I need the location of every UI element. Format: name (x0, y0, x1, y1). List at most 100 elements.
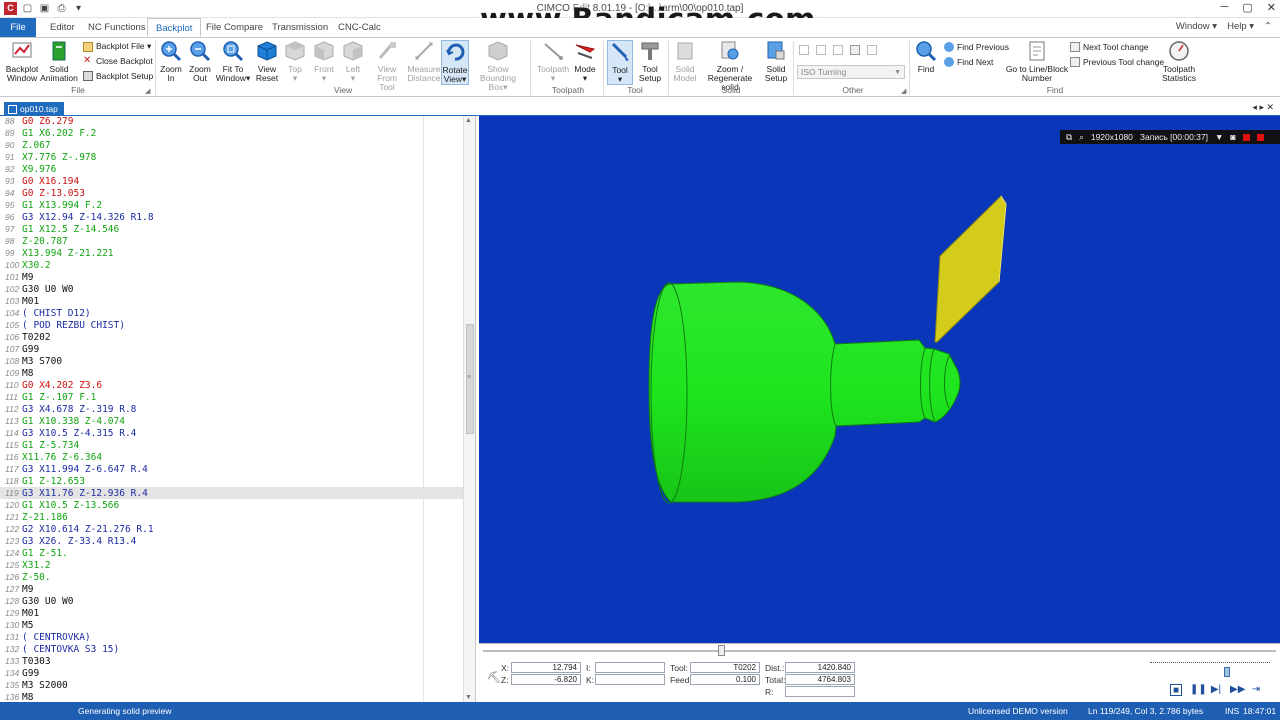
code-line[interactable]: 135 M3 S2000 (0, 679, 463, 691)
view-from-tool-button[interactable]: View From Tool (368, 40, 406, 92)
code-line[interactable]: 93 G0 X16.194 (0, 175, 463, 187)
editor-vertical-scrollbar[interactable]: ▲ ≡ ▼ (463, 116, 475, 702)
toolpath-statistics-button[interactable]: Toolpath Statistics (1158, 40, 1200, 83)
code-line[interactable]: 116 X11.76 Z-6.364 (0, 451, 463, 463)
position-slider-track[interactable] (483, 650, 1276, 652)
code-line[interactable]: 121 Z-21.186 (0, 511, 463, 523)
fit-to-window-button[interactable]: Fit To Window▾ (215, 40, 251, 83)
code-line[interactable]: 101 M9 (0, 271, 463, 283)
speed-slider-track[interactable] (1150, 662, 1270, 664)
code-line[interactable]: 128 G30 U0 W0 (0, 595, 463, 607)
backplot-viewport[interactable] (479, 116, 1280, 643)
code-line[interactable]: 133 T0303 (0, 655, 463, 667)
code-line[interactable]: 103 M01 (0, 295, 463, 307)
zoom-in-button[interactable]: Zoom In (158, 40, 184, 83)
tool-button[interactable]: Tool ▾ (607, 40, 633, 85)
tab-transmission[interactable]: Transmission (264, 18, 336, 37)
code-line[interactable]: 89 G1 X6.202 F.2 (0, 127, 463, 139)
solid-model-button[interactable]: Solid Model (671, 40, 699, 83)
code-line[interactable]: 105( POD REZBU CHIST) (0, 319, 463, 331)
show-bounding-box-button[interactable]: Show Bounding Box▾ (471, 40, 525, 92)
code-line[interactable]: 113 G1 X10.338 Z-4.074 (0, 415, 463, 427)
dropdown-icon[interactable]: ▼ (1215, 130, 1223, 144)
scroll-up-icon[interactable]: ▲ (465, 117, 472, 124)
zoom-out-button[interactable]: Zoom Out (187, 40, 213, 83)
backplot-file-button[interactable]: Backplot File ▾ (83, 41, 151, 52)
code-line[interactable]: 108 M3 S700 (0, 355, 463, 367)
view-left-button[interactable]: Left ▾ (340, 40, 366, 83)
mode-button[interactable]: Mode ▾ (572, 40, 598, 83)
pause-record-icon[interactable] (1242, 133, 1250, 141)
code-line[interactable]: 107 G99 (0, 343, 463, 355)
grid-tool-icon[interactable] (833, 45, 843, 55)
tab-editor[interactable]: Editor (42, 18, 83, 37)
maximize-button[interactable]: ▢ (1242, 1, 1252, 14)
code-line[interactable]: 122 G2 X10.614 Z-21.276 R.1 (0, 523, 463, 535)
find-button[interactable]: Find (913, 40, 939, 74)
code-line[interactable]: 96 G3 X12.94 Z-14.326 R1.8 (0, 211, 463, 223)
view-front-button[interactable]: Front ▾ (310, 40, 338, 83)
help-menu[interactable]: Help ▾ (1227, 21, 1254, 32)
code-line[interactable]: 110 G0 X4.202 Z3.6 (0, 379, 463, 391)
code-line[interactable]: 115 G1 Z-5.734 (0, 439, 463, 451)
view-top-button[interactable]: Top ▾ (283, 40, 307, 83)
close-backplot-button[interactable]: ✕ Close Backplot (83, 56, 153, 67)
solid-animation-button[interactable]: Solid Animation (40, 40, 78, 83)
line-tool-icon[interactable] (816, 45, 826, 55)
file-group-launcher-icon[interactable]: ◢ (145, 87, 150, 95)
document-tab-controls[interactable]: ◂ ▸ ✕ (1252, 102, 1274, 113)
code-line[interactable]: 136 M8 (0, 691, 463, 702)
play-icon[interactable]: ▶▶ (1230, 684, 1245, 696)
code-line[interactable]: 95 G1 X13.994 F.2 (0, 199, 463, 211)
camera-icon[interactable]: ◙ (1230, 130, 1235, 144)
tab-nc-functions[interactable]: NC Functions (80, 18, 154, 37)
backplot-setup-button[interactable]: Backplot Setup (83, 71, 153, 81)
code-line[interactable]: 123 G3 X26. Z-33.4 R13.4 (0, 535, 463, 547)
pause-icon[interactable]: ❚❚ (1190, 684, 1207, 696)
previous-tool-change-button[interactable]: Previous Tool change (1070, 57, 1164, 67)
position-slider-knob[interactable] (718, 645, 725, 656)
next-tool-change-button[interactable]: Next Tool change (1070, 42, 1149, 52)
layers-tool-icon[interactable] (867, 45, 877, 55)
code-line[interactable]: 112 G3 X4.678 Z-.319 R.8 (0, 403, 463, 415)
tool-setup-button[interactable]: Tool Setup (636, 40, 664, 83)
rotate-view-button[interactable]: Rotate View▾ (441, 40, 469, 85)
code-line[interactable]: 98 Z-20.787 (0, 235, 463, 247)
code-line[interactable]: 106 T0202 (0, 331, 463, 343)
code-line[interactable]: 100 X30.2 (0, 259, 463, 271)
scroll-down-icon[interactable]: ▼ (465, 694, 472, 701)
tab-file-compare[interactable]: File Compare (198, 18, 271, 37)
code-line[interactable]: 92 X9.976 (0, 163, 463, 175)
code-line[interactable]: 126 Z-50. (0, 571, 463, 583)
code-line[interactable]: 120 G1 X10.5 Z-13.566 (0, 499, 463, 511)
stop-icon[interactable]: ■ (1170, 684, 1182, 696)
machine-type-select[interactable]: ISO Turning ▼ (797, 65, 905, 79)
code-line[interactable]: 94 G0 Z-13.053 (0, 187, 463, 199)
code-line[interactable]: 114 G3 X10.5 Z-4.315 R.4 (0, 427, 463, 439)
code-line[interactable]: 119 G3 X11.76 Z-12.936 R.4 (0, 487, 463, 499)
code-line[interactable]: 91 X7.776 Z-.978 (0, 151, 463, 163)
code-line[interactable]: 90 Z.067 (0, 139, 463, 151)
toolpath-button[interactable]: Toolpath ▾ (536, 40, 570, 83)
collapse-ribbon-button[interactable]: ⌃ (1264, 21, 1272, 32)
goto-line-button[interactable]: Go to Line/Block Number (1004, 40, 1070, 83)
code-line[interactable]: 97 G1 X12.5 Z-14.546 (0, 223, 463, 235)
step-forward-icon[interactable]: ▶| (1210, 684, 1222, 696)
arrow-tool-icon[interactable] (799, 45, 809, 55)
code-line[interactable]: 134 G99 (0, 667, 463, 679)
document-tab[interactable]: op010.tap (4, 102, 64, 116)
tab-backplot[interactable]: Backplot (147, 18, 202, 37)
code-line[interactable]: 125 X31.2 (0, 559, 463, 571)
code-line[interactable]: 118 G1 Z-12.653 (0, 475, 463, 487)
run-to-end-icon[interactable]: ⇥ (1250, 684, 1262, 696)
find-previous-button[interactable]: Find Previous (944, 42, 1009, 52)
tab-cnc-calc[interactable]: CNC-Calc (330, 18, 389, 37)
solid-setup-button[interactable]: Solid Setup (762, 40, 790, 83)
code-line[interactable]: 131( CENTROVKA) (0, 631, 463, 643)
tab-file[interactable]: File (0, 18, 36, 37)
code-line[interactable]: 109 M8 (0, 367, 463, 379)
minimize-button[interactable]: ─ (1221, 1, 1229, 14)
code-line[interactable]: 99 X13.994 Z-21.221 (0, 247, 463, 259)
code-line[interactable]: 130 M5 (0, 619, 463, 631)
axis-tool-icon[interactable] (850, 45, 860, 55)
